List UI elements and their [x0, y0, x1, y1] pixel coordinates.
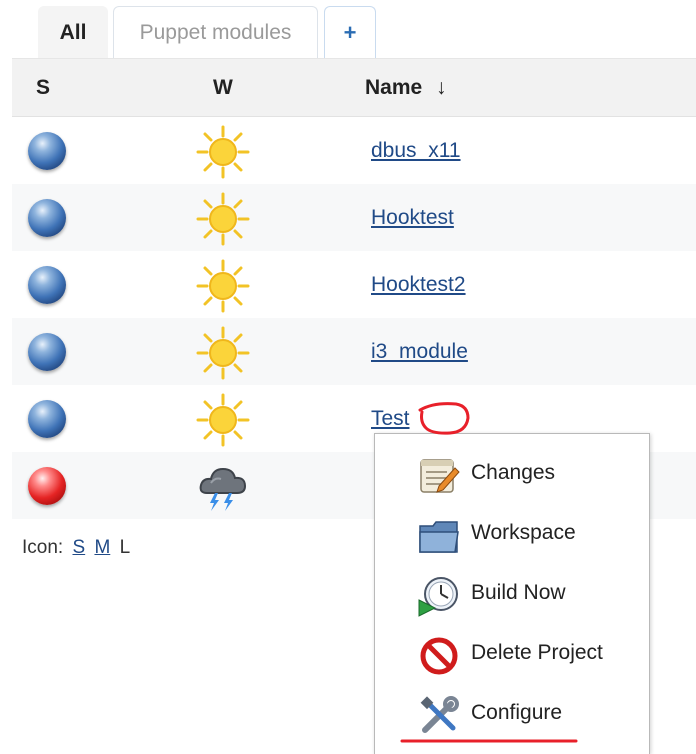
icon-size-selector: Icon: S M L: [22, 537, 130, 559]
sunny-icon: [196, 393, 250, 447]
project-link[interactable]: Hooktest: [371, 206, 454, 230]
tab-all[interactable]: All: [38, 6, 108, 58]
thunderstorm-icon: [199, 467, 247, 511]
menu-item-build-now[interactable]: Build Now: [375, 560, 649, 620]
tools-icon: [420, 696, 459, 733]
blue-ball-icon: [28, 266, 66, 304]
menu-item-delete-project[interactable]: Delete Project: [375, 620, 649, 680]
table-header: S W Name ↓: [12, 58, 696, 117]
notepad-icon: [420, 459, 460, 493]
red-ball-icon: [28, 467, 66, 505]
folder-icon: [419, 521, 459, 553]
table-row: Hooktest2: [12, 251, 696, 318]
project-link[interactable]: dbus_x11: [371, 139, 461, 163]
icon-size-small-link[interactable]: S: [72, 537, 85, 558]
sort-down-icon: ↓: [436, 76, 447, 99]
icon-size-medium-link[interactable]: M: [94, 537, 110, 558]
blue-ball-icon: [28, 400, 66, 438]
table-row: i3_module: [12, 318, 696, 385]
project-link[interactable]: i3_module: [371, 340, 468, 364]
table-row: Hooktest: [12, 184, 696, 251]
project-context-menu: Changes Workspace Build Now Delete Proje…: [374, 433, 650, 754]
sunny-icon: [196, 125, 250, 179]
blue-ball-icon: [28, 132, 66, 170]
icon-size-label: Icon:: [22, 537, 64, 558]
sunny-icon: [196, 192, 250, 246]
menu-item-workspace[interactable]: Workspace: [375, 500, 649, 560]
table-row: dbus_x11: [12, 117, 696, 184]
project-link[interactable]: Hooktest2: [371, 273, 466, 297]
menu-item-label: Changes: [471, 461, 556, 484]
project-link[interactable]: Test: [371, 407, 410, 431]
icon-size-large-current: L: [119, 537, 131, 558]
blue-ball-icon: [28, 333, 66, 371]
no-entry-icon: [420, 637, 458, 675]
menu-item-label: Delete Project: [471, 641, 603, 664]
tab-puppet-modules[interactable]: Puppet modules: [113, 6, 318, 58]
tab-add-view[interactable]: +: [324, 6, 376, 58]
header-weather[interactable]: W: [213, 76, 233, 100]
menu-item-label: Workspace: [471, 521, 576, 544]
header-status[interactable]: S: [36, 76, 50, 100]
menu-item-label: Build Now: [471, 581, 566, 604]
view-tabs: All Puppet modules +: [0, 0, 696, 58]
sunny-icon: [196, 326, 250, 380]
menu-item-label: Configure: [471, 701, 563, 724]
clock-play-icon: [418, 577, 458, 617]
menu-item-configure[interactable]: Configure: [375, 680, 649, 740]
header-name-label: Name: [365, 76, 423, 99]
sunny-icon: [196, 259, 250, 313]
menu-item-changes[interactable]: Changes: [375, 440, 649, 500]
header-name[interactable]: Name ↓: [365, 76, 447, 100]
blue-ball-icon: [28, 199, 66, 237]
